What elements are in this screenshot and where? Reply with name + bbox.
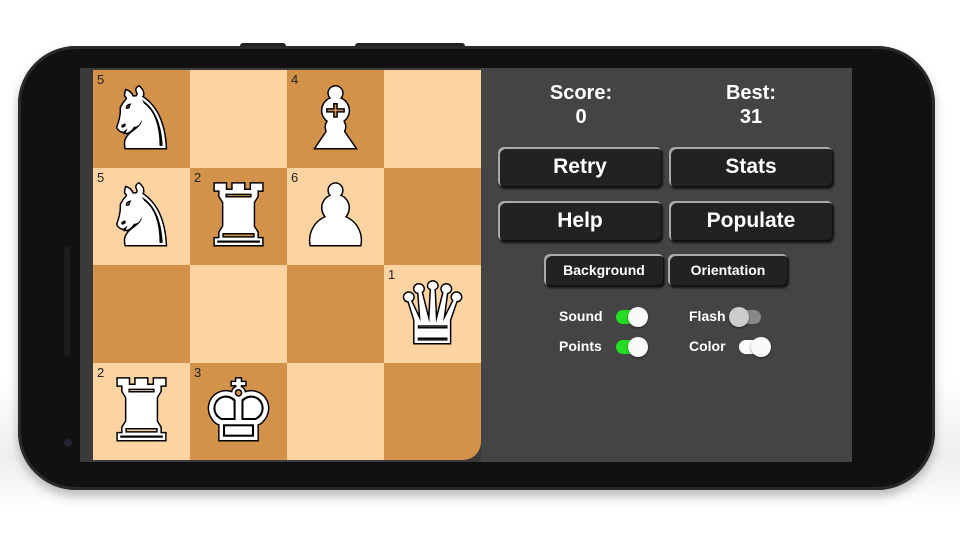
- orientation-button[interactable]: Orientation: [668, 254, 788, 286]
- board-square[interactable]: 4 ♝: [287, 70, 384, 168]
- speaker-grille: [64, 246, 70, 356]
- toggle-label: Flash: [689, 308, 726, 324]
- score-value: 0: [575, 106, 587, 128]
- control-panel: Score: 0 Best: 31 Retry Stats Help Popul…: [481, 68, 852, 462]
- board-square[interactable]: [384, 362, 481, 460]
- pawn-piece-icon[interactable]: ♟: [287, 168, 384, 266]
- bishop-piece-icon[interactable]: ♝: [287, 70, 384, 168]
- rook-piece-icon[interactable]: ♜: [190, 168, 287, 266]
- toggle-knob: [628, 307, 648, 327]
- color-toggle[interactable]: [739, 337, 771, 357]
- toggle-label: Sound: [559, 308, 603, 324]
- knight-piece-icon[interactable]: ♞: [93, 70, 190, 168]
- board-square[interactable]: [93, 265, 190, 363]
- retry-button[interactable]: Retry: [498, 147, 662, 187]
- populate-button[interactable]: Populate: [669, 201, 833, 241]
- board-square[interactable]: [287, 265, 384, 363]
- best-label: Best:: [725, 82, 776, 104]
- flash-toggle[interactable]: [729, 307, 761, 327]
- toggle-knob: [628, 337, 648, 357]
- stats-button[interactable]: Stats: [669, 147, 833, 187]
- chess-board: 5 ♞ 4 ♝ 5 ♞ 2 ♜ 6 ♟ 1 ♛ 2 ♜ 3 ♚: [93, 70, 481, 460]
- board-square[interactable]: [384, 167, 481, 265]
- toggle-label: Color: [689, 338, 726, 354]
- rook-piece-icon[interactable]: ♜: [93, 363, 190, 461]
- board-square[interactable]: [384, 70, 481, 168]
- board-square[interactable]: 2 ♜: [190, 167, 287, 266]
- board-square[interactable]: 5 ♞: [93, 70, 190, 168]
- sound-toggle[interactable]: [616, 307, 648, 327]
- king-piece-icon[interactable]: ♚: [190, 363, 287, 461]
- knight-piece-icon[interactable]: ♞: [93, 168, 190, 266]
- best-value: 31: [739, 106, 763, 128]
- board-square[interactable]: [190, 265, 287, 363]
- app-screen: 5 ♞ 4 ♝ 5 ♞ 2 ♜ 6 ♟ 1 ♛ 2 ♜ 3 ♚ Score: 0 Best: 31 Retry…: [80, 68, 852, 462]
- toggle-label: Points: [559, 338, 602, 354]
- background-button[interactable]: Background: [544, 254, 664, 286]
- toggle-knob: [729, 307, 749, 327]
- board-square[interactable]: [287, 362, 384, 460]
- points-toggle[interactable]: [616, 337, 648, 357]
- score-label: Score:: [549, 82, 613, 104]
- board-square[interactable]: 2 ♜: [93, 362, 190, 461]
- board-square[interactable]: 1 ♛: [384, 265, 481, 363]
- toggle-knob: [751, 337, 771, 357]
- board-square[interactable]: 3 ♚: [190, 362, 287, 461]
- queen-piece-icon[interactable]: ♛: [384, 265, 481, 363]
- board-square[interactable]: [190, 70, 287, 168]
- help-button[interactable]: Help: [498, 201, 662, 241]
- board-square[interactable]: 6 ♟: [287, 167, 384, 266]
- camera-icon: [64, 439, 72, 447]
- board-square[interactable]: 5 ♞: [93, 167, 190, 266]
